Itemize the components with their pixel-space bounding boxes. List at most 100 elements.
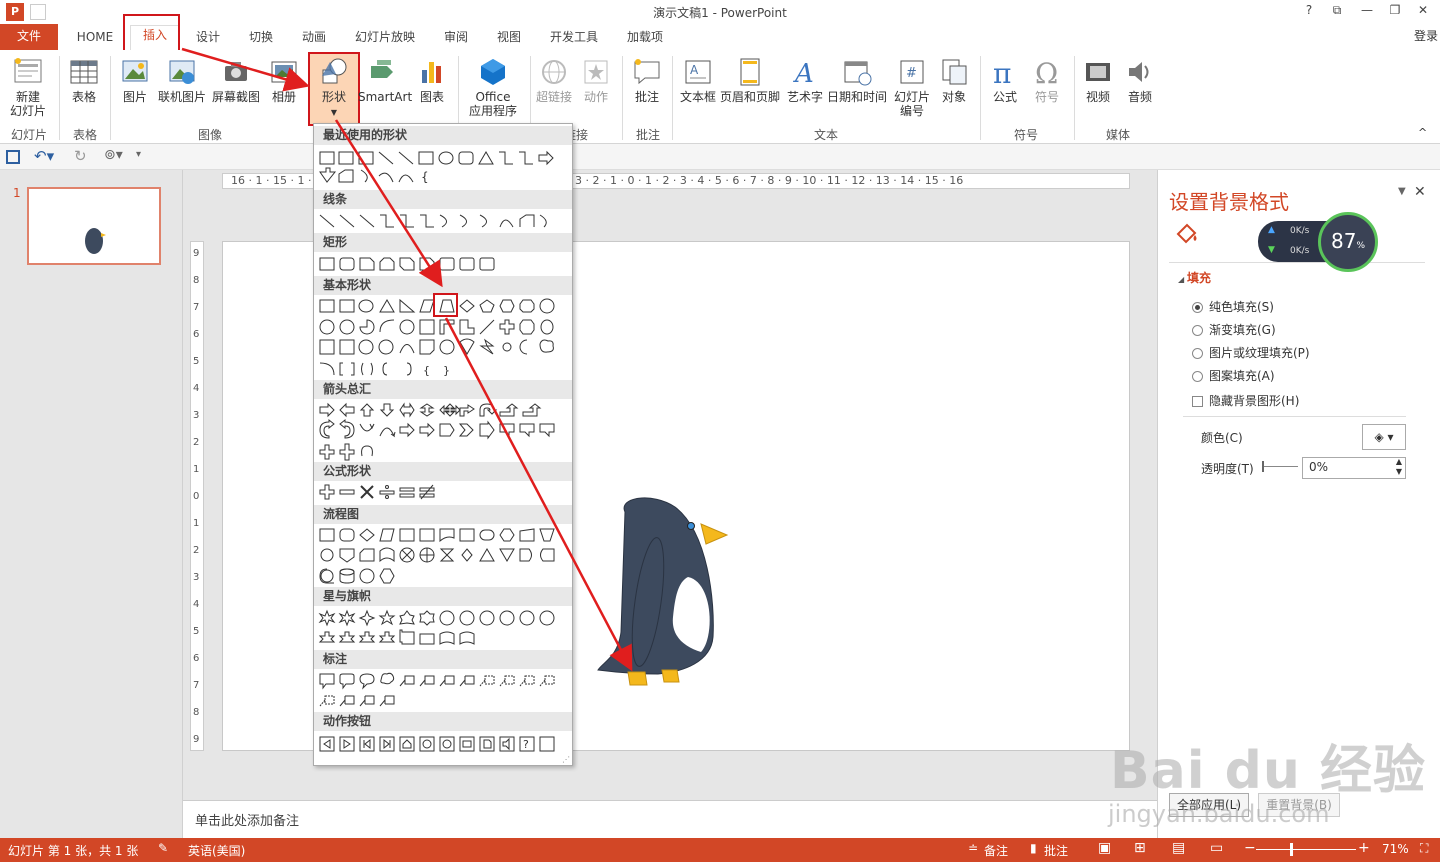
slide-sorter-icon[interactable]: ⊞ [1134,840,1146,856]
object-button[interactable]: 对象 [936,56,972,104]
table-button[interactable]: 表格 [66,56,102,104]
minimize-icon[interactable]: — [1354,3,1380,21]
redo-icon[interactable]: ↻ [74,147,87,165]
customize-qat-icon[interactable]: ▾ [136,149,141,160]
pane-options-icon[interactable]: ▼ [1398,186,1406,197]
brackets-row[interactable]: {} [317,359,567,379]
transparency-slider-thumb[interactable] [1262,461,1264,472]
start-slideshow-icon[interactable]: ⊚▾ [104,147,123,163]
undo-icon[interactable]: ↶▾ [34,147,54,165]
zoom-slider[interactable] [1256,849,1356,850]
section-rectangles: 矩形 [314,233,572,252]
hide-bg-option[interactable]: 隐藏背景图形(H) [1192,392,1299,409]
online-picture-button[interactable]: 联机图片 [156,56,208,104]
video-button[interactable]: 视频 [1080,56,1116,104]
hyperlink-button[interactable]: 超链接 [534,56,574,104]
slide-thumbnail[interactable] [27,187,161,265]
stars-banners-rows[interactable] [317,608,567,648]
resize-grip-icon[interactable]: ⋰ [562,755,570,764]
picture-button[interactable]: 图片 [116,56,154,104]
hide-bg-checkbox[interactable] [1192,396,1203,407]
tab-design[interactable]: 设计 [188,28,228,48]
color-picker-button[interactable]: ◈ ▾ [1362,424,1406,450]
recent-shapes-row[interactable]: { [317,148,567,188]
flowchart-rows[interactable] [317,525,567,587]
comment-button[interactable]: 批注 [628,56,666,104]
block-arrows-rows[interactable] [317,400,567,462]
equation-shapes-row[interactable] [317,482,567,502]
zoom-out-icon[interactable]: − [1244,840,1256,856]
tab-view[interactable]: 视图 [489,28,529,48]
download-speed: 0K/s [1290,246,1310,256]
help-button[interactable]: ? [1296,3,1322,21]
picture-fill-option[interactable]: 图片或纹理填充(P) [1192,344,1310,361]
restore-icon[interactable]: ❐ [1382,3,1408,21]
collapse-ribbon-icon[interactable]: ^ [1418,126,1427,139]
close-icon[interactable]: ✕ [1410,3,1436,21]
tab-developer[interactable]: 开发工具 [544,28,604,48]
smartart-button[interactable]: SmartArt [358,56,412,104]
screenshot-button[interactable]: 屏幕截图 [210,56,262,104]
save-icon[interactable] [6,150,20,164]
wordart-button[interactable]: A 艺术字 [784,56,826,104]
fill-section-label: 填充 [1186,271,1211,285]
fit-slide-icon[interactable]: ⛶ [1420,841,1428,856]
fill-tab-icon[interactable] [1174,220,1200,249]
zoom-slider-thumb[interactable] [1290,843,1293,856]
notes-toggle[interactable]: 备注 [984,842,1008,859]
tab-review[interactable]: 审阅 [436,28,476,48]
rectangles-row[interactable] [317,254,567,274]
fill-section-header[interactable]: ◢ 填充 [1178,269,1211,286]
tab-home[interactable]: HOME [70,28,120,48]
transparency-input[interactable]: 0% ▲ ▼ [1302,457,1406,479]
equation-button[interactable]: π 公式 [986,56,1024,104]
vruler-tick: 9 [193,248,200,259]
tab-addins[interactable]: 加载项 [618,28,672,48]
callouts-rows[interactable] [317,670,567,710]
tab-animations[interactable]: 动画 [294,28,334,48]
action-button[interactable]: 动作 [576,56,616,104]
solid-fill-radio[interactable] [1192,302,1203,313]
language-indicator[interactable]: 英语(美国) [188,842,245,859]
action-label: 动作 [583,90,608,104]
login-link[interactable]: 登录 [1414,27,1438,44]
gradient-fill-option[interactable]: 渐变填充(G) [1192,321,1276,338]
solid-fill-option[interactable]: 纯色填充(S) [1192,298,1274,315]
reading-view-icon[interactable]: ▤ [1172,840,1185,856]
chart-button[interactable]: 图表 [414,56,450,104]
lines-row[interactable] [317,211,567,231]
pane-close-icon[interactable]: ✕ [1414,184,1426,200]
zoom-level[interactable]: 71% [1382,842,1409,856]
office-apps-button[interactable]: Office 应用程序 [462,56,524,118]
solid-fill-label: 纯色填充(S) [1209,300,1274,314]
zoom-in-icon[interactable]: + [1358,840,1370,856]
slide-number-icon: # [900,60,924,84]
header-footer-button[interactable]: 页眉和页脚 [720,56,780,104]
group-symbols: 符号 [1013,128,1038,142]
audio-button[interactable]: 音频 [1122,56,1158,104]
performance-gauge[interactable]: 87% [1318,212,1378,272]
comments-toggle[interactable]: 批注 [1044,842,1068,859]
slide-number-button[interactable]: # 幻灯片 编号 [890,56,934,118]
pattern-fill-radio[interactable] [1192,371,1203,382]
gradient-fill-radio[interactable] [1192,325,1203,336]
transparency-slider[interactable] [1262,466,1298,467]
symbol-button[interactable]: Ω 符号 [1028,56,1066,104]
new-slide-button[interactable]: 新建 幻灯片 [4,56,52,118]
notes-area[interactable]: 单击此处添加备注 [183,800,1160,838]
album-button[interactable]: 相册 [264,56,304,104]
spellcheck-icon[interactable]: ✎ [158,841,168,855]
tab-slideshow[interactable]: 幻灯片放映 [348,28,422,48]
normal-view-icon[interactable]: ▣ [1098,840,1111,856]
transparency-value: 0% [1309,460,1329,474]
upload-speed: 0K/s [1290,226,1310,236]
pattern-fill-option[interactable]: 图案填充(A) [1192,367,1275,384]
slideshow-view-icon[interactable]: ▭ [1210,840,1223,856]
picture-fill-radio[interactable] [1192,348,1203,359]
tab-file[interactable]: 文件 [0,24,58,50]
ribbon-display-icon[interactable]: ⧉ [1324,3,1350,21]
action-buttons-row[interactable]: ? [317,734,567,754]
tab-transitions[interactable]: 切换 [241,28,281,48]
datetime-button[interactable]: 日期和时间 [826,56,888,104]
textbox-button[interactable]: A 文本框 [678,56,718,104]
